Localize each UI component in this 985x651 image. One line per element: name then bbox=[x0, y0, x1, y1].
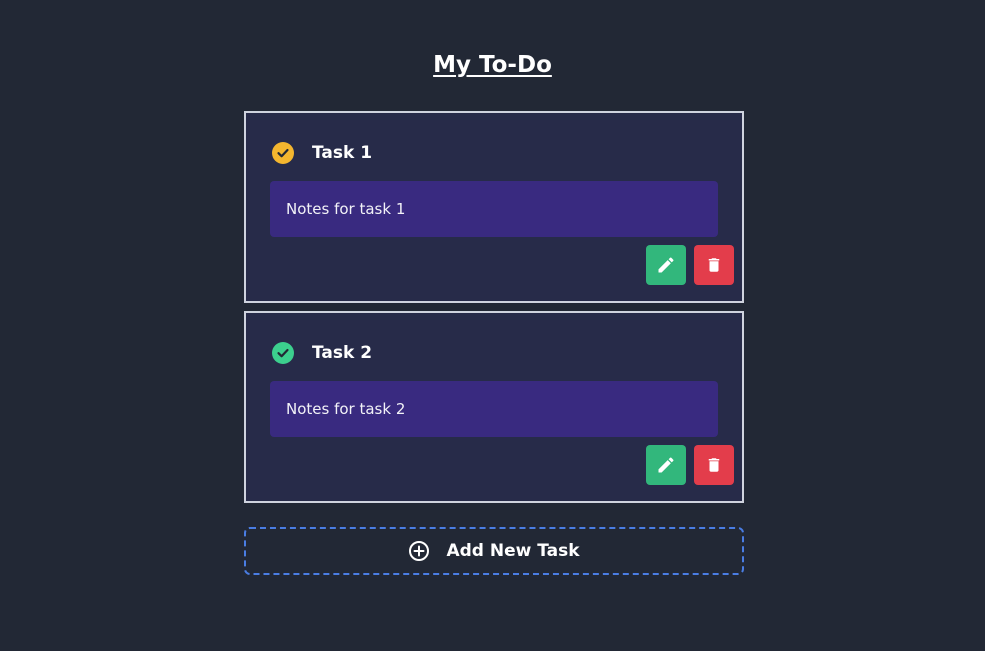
pencil-icon bbox=[656, 255, 676, 275]
check-circle-icon[interactable] bbox=[272, 342, 294, 364]
pencil-icon bbox=[656, 455, 676, 475]
plus-circle-icon bbox=[408, 540, 430, 562]
task-notes: Notes for task 1 bbox=[270, 181, 718, 237]
trash-icon bbox=[705, 455, 723, 475]
task-card-1: Task 1 Notes for task 1 bbox=[244, 111, 744, 303]
task-title: Task 1 bbox=[312, 143, 373, 163]
task-card-2: Task 2 Notes for task 2 bbox=[244, 311, 744, 503]
task-header: Task 2 bbox=[272, 341, 372, 365]
check-circle-icon[interactable] bbox=[272, 142, 294, 164]
trash-icon bbox=[705, 255, 723, 275]
edit-button[interactable] bbox=[646, 245, 686, 285]
add-task-label: Add New Task bbox=[446, 541, 580, 561]
task-notes: Notes for task 2 bbox=[270, 381, 718, 437]
task-header: Task 1 bbox=[272, 141, 372, 165]
task-list: Task 1 Notes for task 1 Task 2 Notes for… bbox=[244, 111, 744, 511]
delete-button[interactable] bbox=[694, 445, 734, 485]
task-actions bbox=[646, 445, 734, 485]
add-task-button[interactable]: Add New Task bbox=[244, 527, 744, 575]
delete-button[interactable] bbox=[694, 245, 734, 285]
task-actions bbox=[646, 245, 734, 285]
page-title: My To-Do bbox=[433, 52, 552, 78]
task-title: Task 2 bbox=[312, 343, 373, 363]
edit-button[interactable] bbox=[646, 445, 686, 485]
